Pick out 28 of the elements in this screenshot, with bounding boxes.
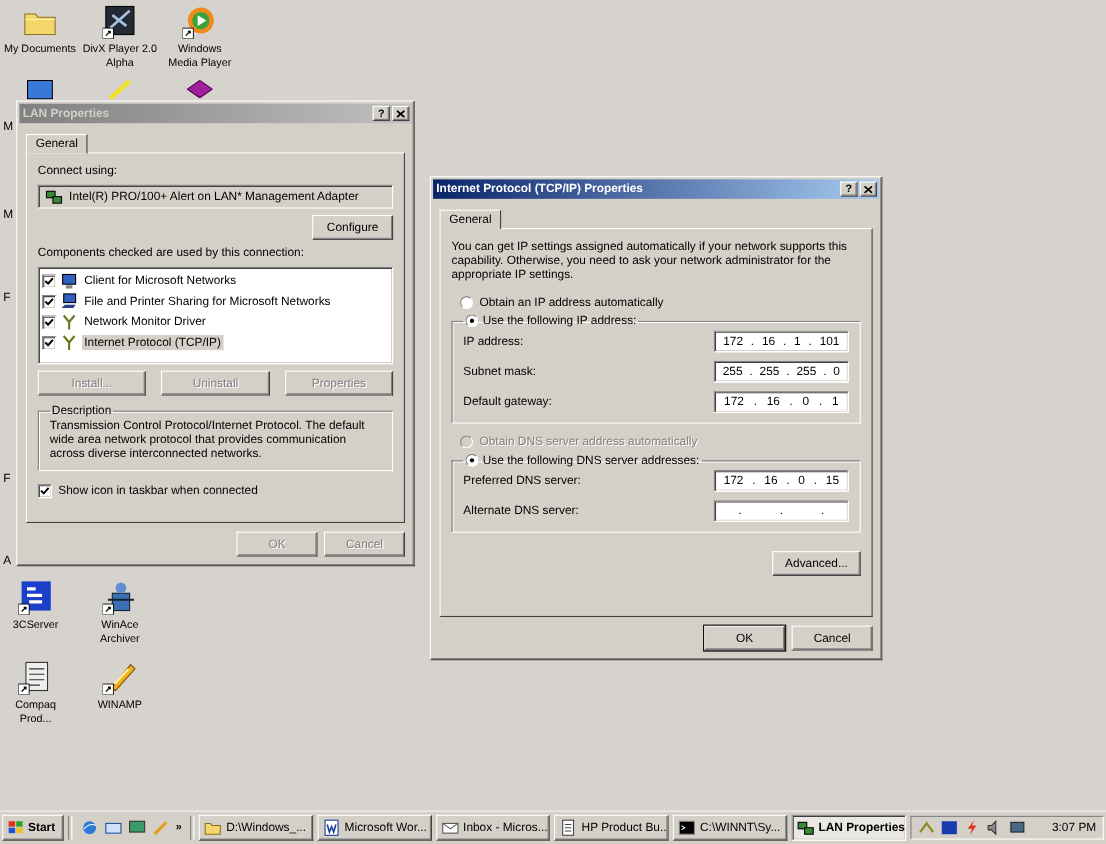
document-icon	[18, 660, 53, 695]
server-icon	[18, 580, 53, 615]
document-icon	[559, 819, 578, 837]
folder-icon	[204, 819, 222, 837]
radio-button[interactable]	[460, 296, 474, 310]
checkbox[interactable]	[37, 484, 52, 499]
close-button[interactable]	[392, 105, 410, 122]
checkbox[interactable]	[42, 294, 57, 309]
checkbox[interactable]	[42, 335, 57, 350]
windows-flag-icon	[7, 820, 25, 836]
console-icon	[678, 819, 696, 837]
archiver-icon	[102, 580, 138, 615]
document-icon	[323, 819, 341, 837]
winamp-icon	[102, 660, 138, 695]
network-plug-icon	[60, 313, 78, 331]
close-icon	[396, 109, 405, 118]
close-icon	[864, 185, 873, 193]
pencil-icon	[109, 79, 131, 100]
globe-icon[interactable]	[80, 819, 99, 837]
monitor-icon	[27, 79, 53, 100]
radio-button[interactable]	[465, 314, 479, 328]
network-plug-icon	[60, 333, 78, 352]
radio-button[interactable]	[465, 453, 479, 467]
close-button[interactable]	[859, 181, 877, 197]
checkbox[interactable]	[42, 273, 57, 288]
divx-icon	[102, 4, 138, 39]
checkbox[interactable]	[42, 315, 57, 330]
media-icon	[182, 4, 218, 39]
